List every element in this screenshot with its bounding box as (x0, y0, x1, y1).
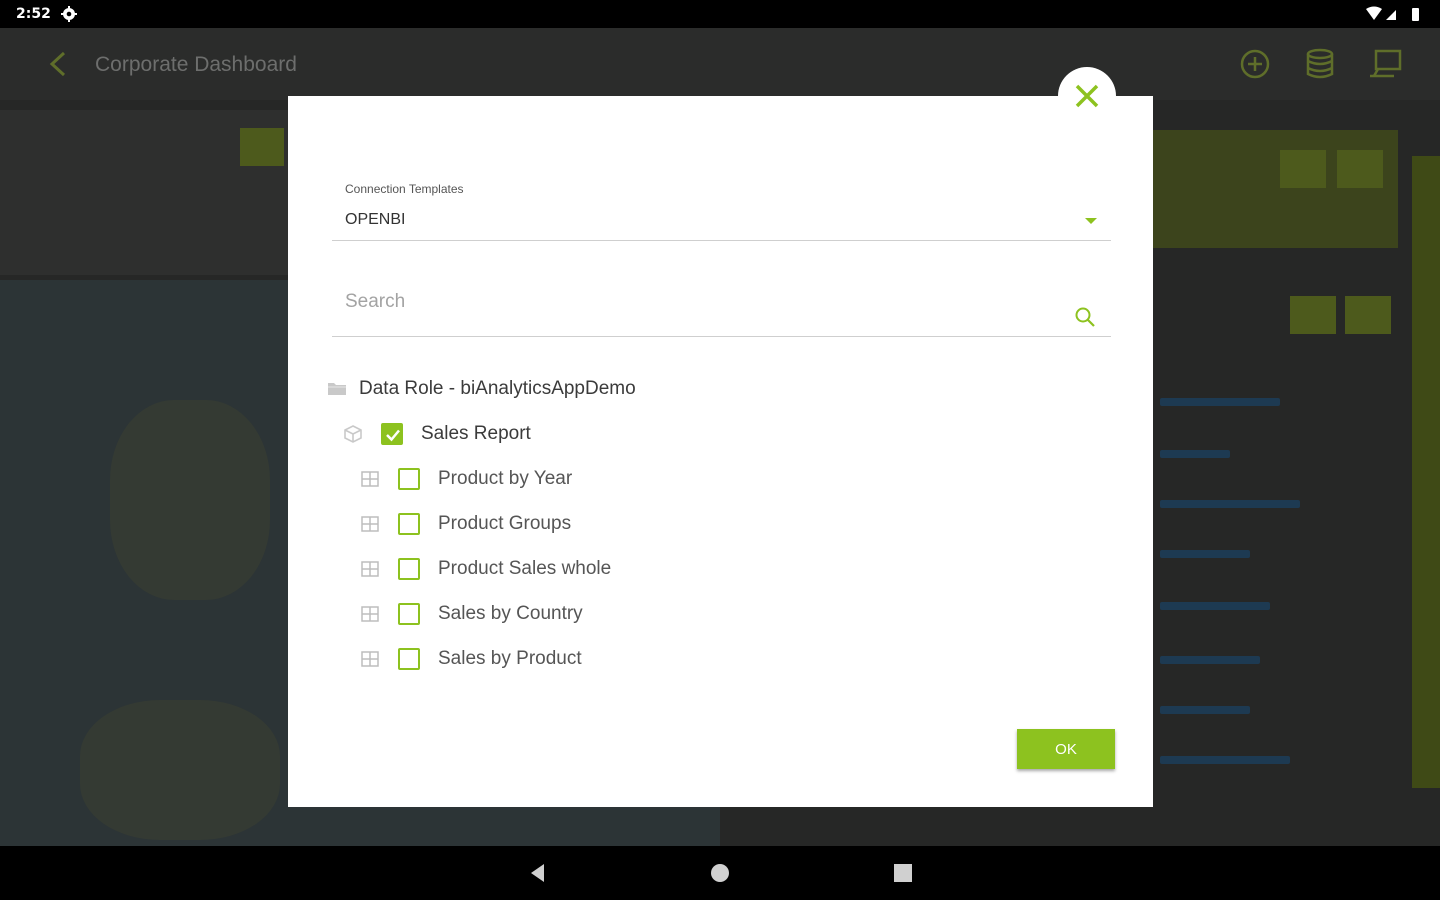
connection-templates-select[interactable]: OPENBI (345, 211, 405, 229)
tree-root-data-role[interactable]: Data Role - biAnalyticsAppDemo (326, 374, 636, 404)
bg-close-button (1345, 296, 1391, 334)
sales-report-checkbox[interactable] (381, 423, 403, 445)
database-icon[interactable] (1302, 48, 1338, 80)
close-dialog-button[interactable] (1058, 67, 1116, 125)
bg-bar (1160, 602, 1270, 610)
bg-bar (1160, 756, 1290, 764)
folder-icon (328, 383, 346, 395)
table-icon (361, 516, 379, 532)
nav-recents-icon[interactable] (891, 861, 915, 885)
close-icon (1075, 84, 1099, 108)
table-icon (361, 651, 379, 667)
nav-back-icon[interactable] (526, 861, 550, 885)
bg-edit-button (1290, 296, 1336, 334)
search-input[interactable] (332, 282, 1062, 322)
sales-by-country-checkbox[interactable] (398, 603, 420, 625)
table-icon (361, 561, 379, 577)
sales-by-product-checkbox[interactable] (398, 648, 420, 670)
cube-icon (344, 425, 362, 443)
tree-root-label: Data Role - biAnalyticsAppDemo (359, 378, 636, 399)
bg-bar (1160, 500, 1300, 508)
bg-bar (1160, 398, 1280, 406)
gear-icon (61, 6, 77, 22)
bg-bar (1160, 706, 1250, 714)
check-icon (386, 429, 400, 442)
sales-by-country-label: Sales by Country (438, 603, 583, 624)
dropdown-arrow-icon[interactable] (1084, 216, 1098, 226)
connection-templates-label: Connection Templates (345, 182, 464, 196)
bg-bar (1160, 550, 1250, 558)
product-sales-whole-checkbox[interactable] (398, 558, 420, 580)
data-source-dialog: Connection Templates OPENBI Data Role - … (288, 96, 1153, 807)
bg-edit-button (1280, 150, 1326, 188)
app-title: Corporate Dashboard (95, 53, 297, 76)
bg-bar (1160, 450, 1230, 458)
signal-battery-icon (1366, 6, 1419, 21)
bg-bar (1160, 656, 1260, 664)
status-bar: 2:52 (0, 0, 1440, 28)
bg-scroll-panel (1412, 156, 1440, 788)
tree-item-product-sales-whole[interactable]: Product Sales whole (359, 554, 611, 584)
product-by-year-label: Product by Year (438, 468, 573, 489)
bg-panel (1153, 130, 1398, 248)
tree-item-product-groups[interactable]: Product Groups (359, 509, 571, 539)
tree-item-sales-report[interactable]: Sales Report (342, 419, 531, 449)
table-icon (361, 471, 379, 487)
connection-templates-underline (332, 240, 1111, 241)
app-bar: Corporate Dashboard (0, 28, 1440, 100)
presentation-icon[interactable] (1368, 48, 1404, 80)
search-underline (332, 336, 1111, 337)
bg-map-land (110, 400, 270, 600)
bg-edit-button (240, 128, 284, 166)
bg-map-land (80, 700, 280, 840)
search-icon[interactable] (1074, 306, 1096, 328)
nav-home-icon[interactable] (708, 861, 732, 885)
tree-item-sales-by-country[interactable]: Sales by Country (359, 599, 583, 629)
tree-item-sales-by-product[interactable]: Sales by Product (359, 644, 582, 674)
navigation-bar (0, 846, 1440, 900)
product-groups-label: Product Groups (438, 513, 572, 534)
back-arrow-icon[interactable] (46, 50, 70, 78)
product-groups-checkbox[interactable] (398, 513, 420, 535)
sales-report-label: Sales Report (421, 423, 531, 444)
ok-button[interactable]: OK (1017, 729, 1115, 769)
tree-item-product-by-year[interactable]: Product by Year (359, 464, 572, 494)
table-icon (361, 606, 379, 622)
product-sales-whole-label: Product Sales whole (438, 558, 612, 579)
status-time: 2:52 (16, 6, 51, 22)
sales-by-product-label: Sales by Product (438, 648, 582, 669)
product-by-year-checkbox[interactable] (398, 468, 420, 490)
bg-close-button (1337, 150, 1383, 188)
add-circle-icon[interactable] (1237, 48, 1273, 80)
